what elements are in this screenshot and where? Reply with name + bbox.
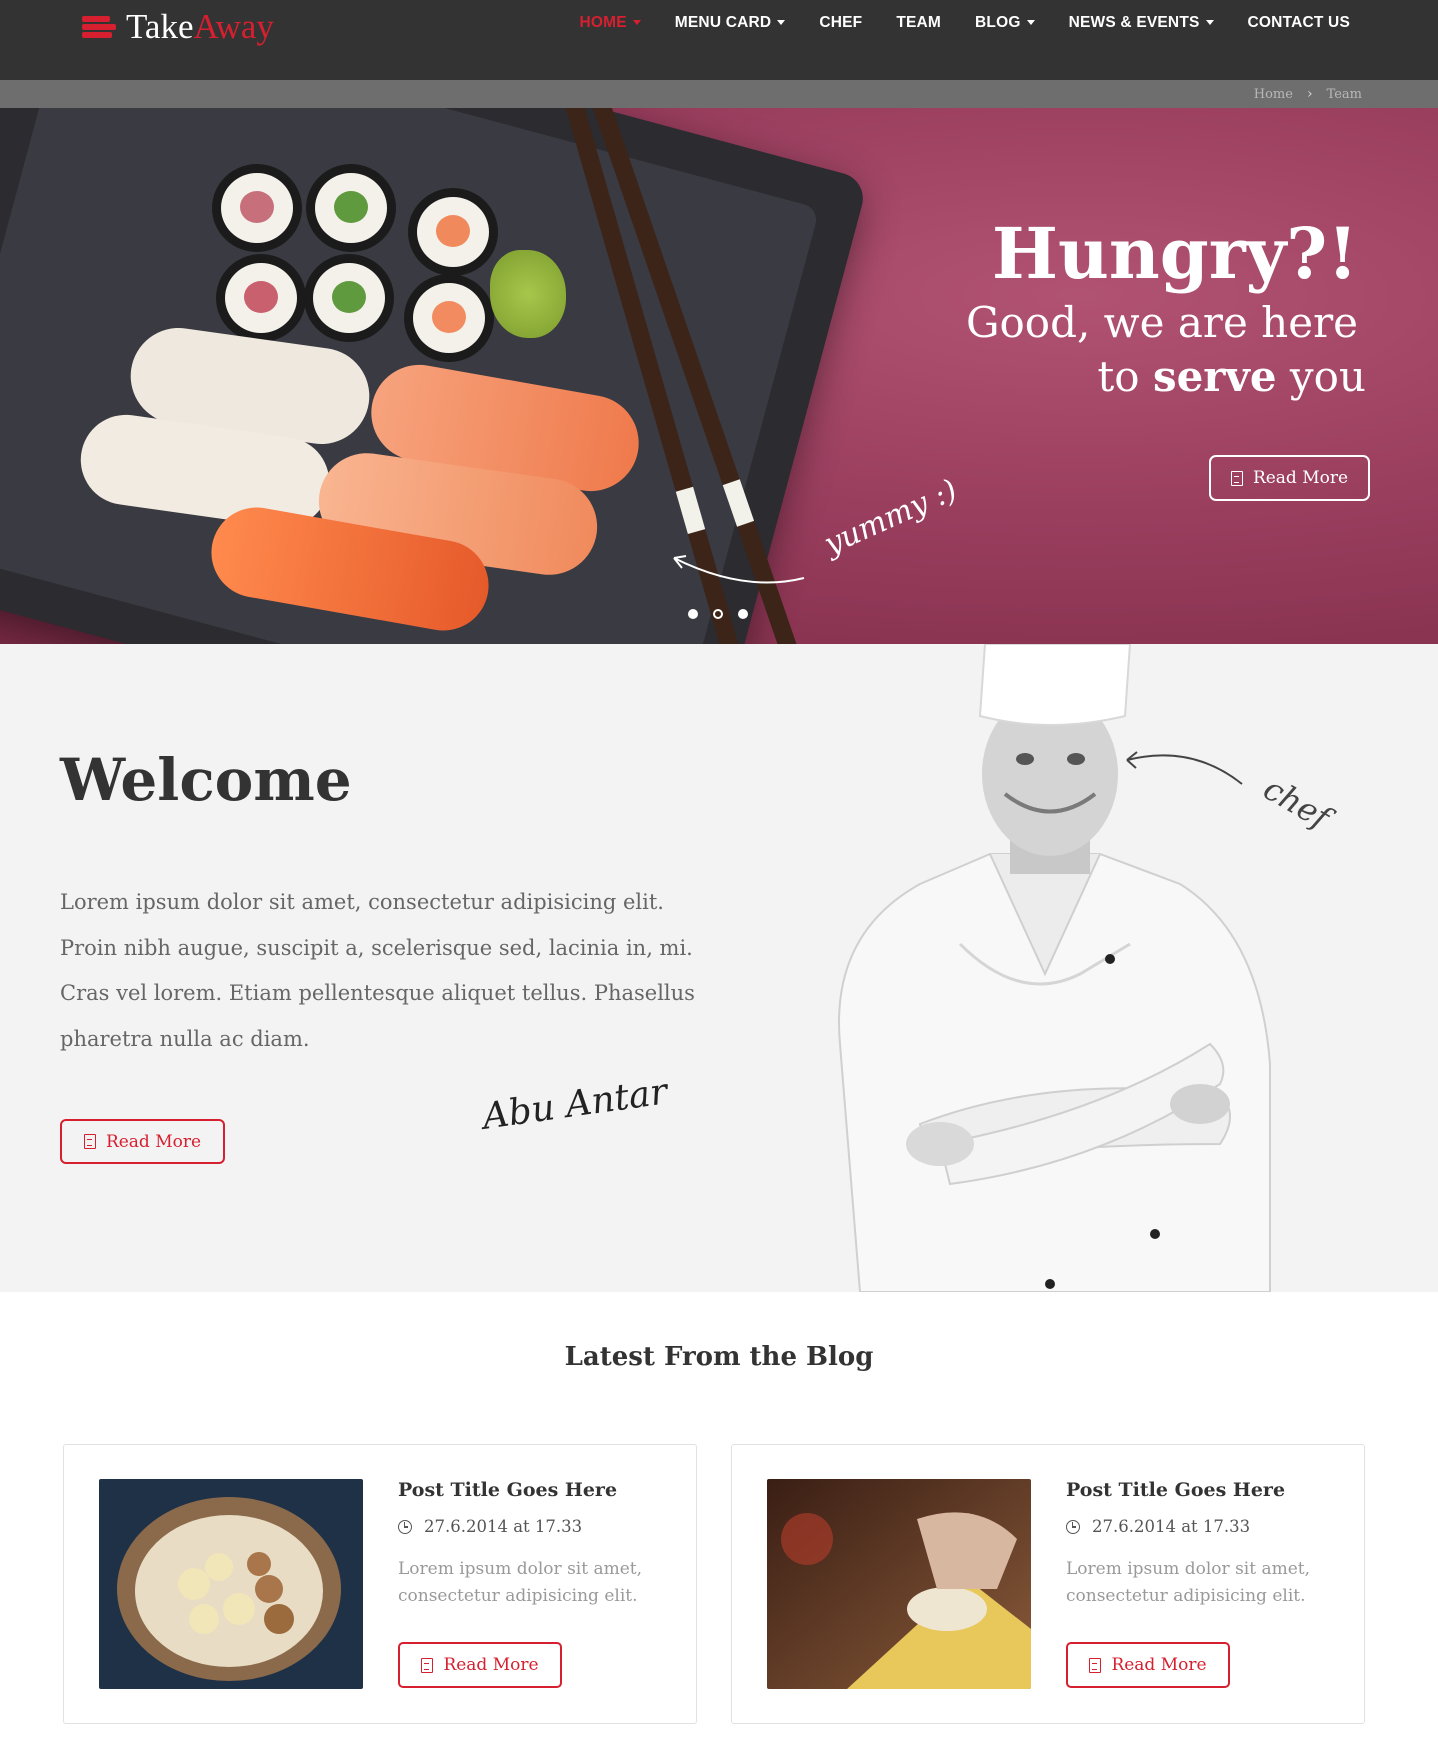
chef-signature: Abu Antar bbox=[480, 1071, 670, 1138]
blog-post-card: Post Title Goes Here 27.6.2014 at 17.33 … bbox=[63, 1444, 697, 1724]
nav-item-blog[interactable]: BLOG bbox=[975, 14, 1035, 32]
nav-item-menu-card[interactable]: MENU CARD bbox=[675, 14, 786, 32]
blog-post-excerpt: Lorem ipsum dolor sit amet, consectetur … bbox=[1066, 1559, 1311, 1606]
sushi-roll-image bbox=[216, 254, 306, 342]
document-icon bbox=[421, 1657, 434, 1673]
logo-icon bbox=[82, 14, 116, 40]
clock-icon bbox=[398, 1519, 412, 1534]
nav-item-team[interactable]: TEAM bbox=[896, 14, 941, 32]
welcome-title: Welcome bbox=[60, 746, 352, 814]
sushi-roll-image bbox=[304, 254, 394, 342]
blog-post-image[interactable] bbox=[767, 1479, 1031, 1689]
breadcrumb: Home › Team bbox=[1254, 86, 1362, 102]
nav-item-chef[interactable]: CHEF bbox=[819, 14, 862, 32]
sushi-roll-image bbox=[408, 188, 498, 276]
blog-post-image[interactable] bbox=[99, 1479, 363, 1689]
yummy-annotation: yummy :) bbox=[818, 472, 963, 563]
nav-item-news-events[interactable]: NEWS & EVENTS bbox=[1069, 14, 1214, 32]
blog-post-date: 27.6.2014 at 17.33 bbox=[1066, 1517, 1250, 1536]
chevron-down-icon bbox=[1026, 20, 1035, 26]
chevron-down-icon bbox=[1205, 20, 1214, 26]
hero-title: Hungry?! bbox=[991, 212, 1358, 295]
blog-read-more-button[interactable]: Read More bbox=[1066, 1642, 1230, 1688]
hero-subtitle-line1: Good, we are here bbox=[965, 298, 1358, 347]
sushi-roll-image bbox=[306, 164, 396, 252]
breadcrumb-bar: Home › Team bbox=[0, 80, 1438, 108]
clock-icon bbox=[1066, 1519, 1080, 1534]
chevron-down-icon bbox=[632, 20, 641, 26]
breadcrumb-current: Team bbox=[1326, 86, 1362, 102]
document-icon bbox=[83, 1134, 96, 1149]
wasabi-image bbox=[490, 250, 566, 338]
slider-dot[interactable] bbox=[738, 609, 748, 619]
main-nav: HOME MENU CARD CHEF TEAM BLOG NEWS & EVE… bbox=[545, 14, 1350, 32]
chef-portrait-image bbox=[838, 644, 1271, 1292]
welcome-section: Welcome Lorem ipsum dolor sit amet, cons… bbox=[0, 644, 1438, 1292]
document-icon bbox=[1230, 470, 1243, 486]
chevron-right-icon: › bbox=[1306, 86, 1313, 102]
chevron-down-icon bbox=[777, 20, 786, 26]
slider-dot-active[interactable] bbox=[713, 609, 723, 619]
sushi-roll-image bbox=[212, 164, 302, 252]
blog-section-title: Latest From the Blog bbox=[564, 1342, 874, 1372]
curved-arrow-icon bbox=[1126, 751, 1243, 785]
sushi-roll-image bbox=[404, 274, 494, 362]
hero-read-more-button[interactable]: Read More bbox=[1209, 455, 1370, 501]
curved-arrow-icon bbox=[673, 555, 805, 584]
blog-post-title[interactable]: Post Title Goes Here bbox=[398, 1479, 617, 1501]
welcome-read-more-button[interactable]: Read More bbox=[60, 1119, 225, 1164]
blog-post-title[interactable]: Post Title Goes Here bbox=[1066, 1479, 1285, 1501]
brand-logo[interactable]: TakeAway bbox=[82, 4, 274, 50]
slider-dot[interactable] bbox=[688, 609, 698, 619]
blog-post-date: 27.6.2014 at 17.33 bbox=[398, 1517, 582, 1536]
welcome-text: Lorem ipsum dolor sit amet, consectetur … bbox=[60, 890, 695, 1051]
brand-name: TakeAway bbox=[126, 7, 274, 46]
blog-read-more-button[interactable]: Read More bbox=[398, 1642, 562, 1688]
blog-post-excerpt: Lorem ipsum dolor sit amet, consectetur … bbox=[398, 1559, 643, 1606]
document-icon bbox=[1089, 1657, 1102, 1673]
hero-subtitle-line2: to serve you bbox=[1097, 352, 1366, 401]
blog-post-card: Post Title Goes Here 27.6.2014 at 17.33 … bbox=[731, 1444, 1365, 1724]
top-navbar: TakeAway HOME MENU CARD CHEF TEAM BLOG N… bbox=[0, 0, 1438, 80]
breadcrumb-home-link[interactable]: Home bbox=[1254, 87, 1293, 102]
slider-pagination bbox=[688, 609, 763, 619]
hero-slider: yummy :) Hungry?! Good, we are here to s… bbox=[0, 108, 1438, 644]
nav-item-home[interactable]: HOME bbox=[579, 14, 641, 32]
nav-item-contact-us[interactable]: CONTACT US bbox=[1248, 14, 1350, 32]
